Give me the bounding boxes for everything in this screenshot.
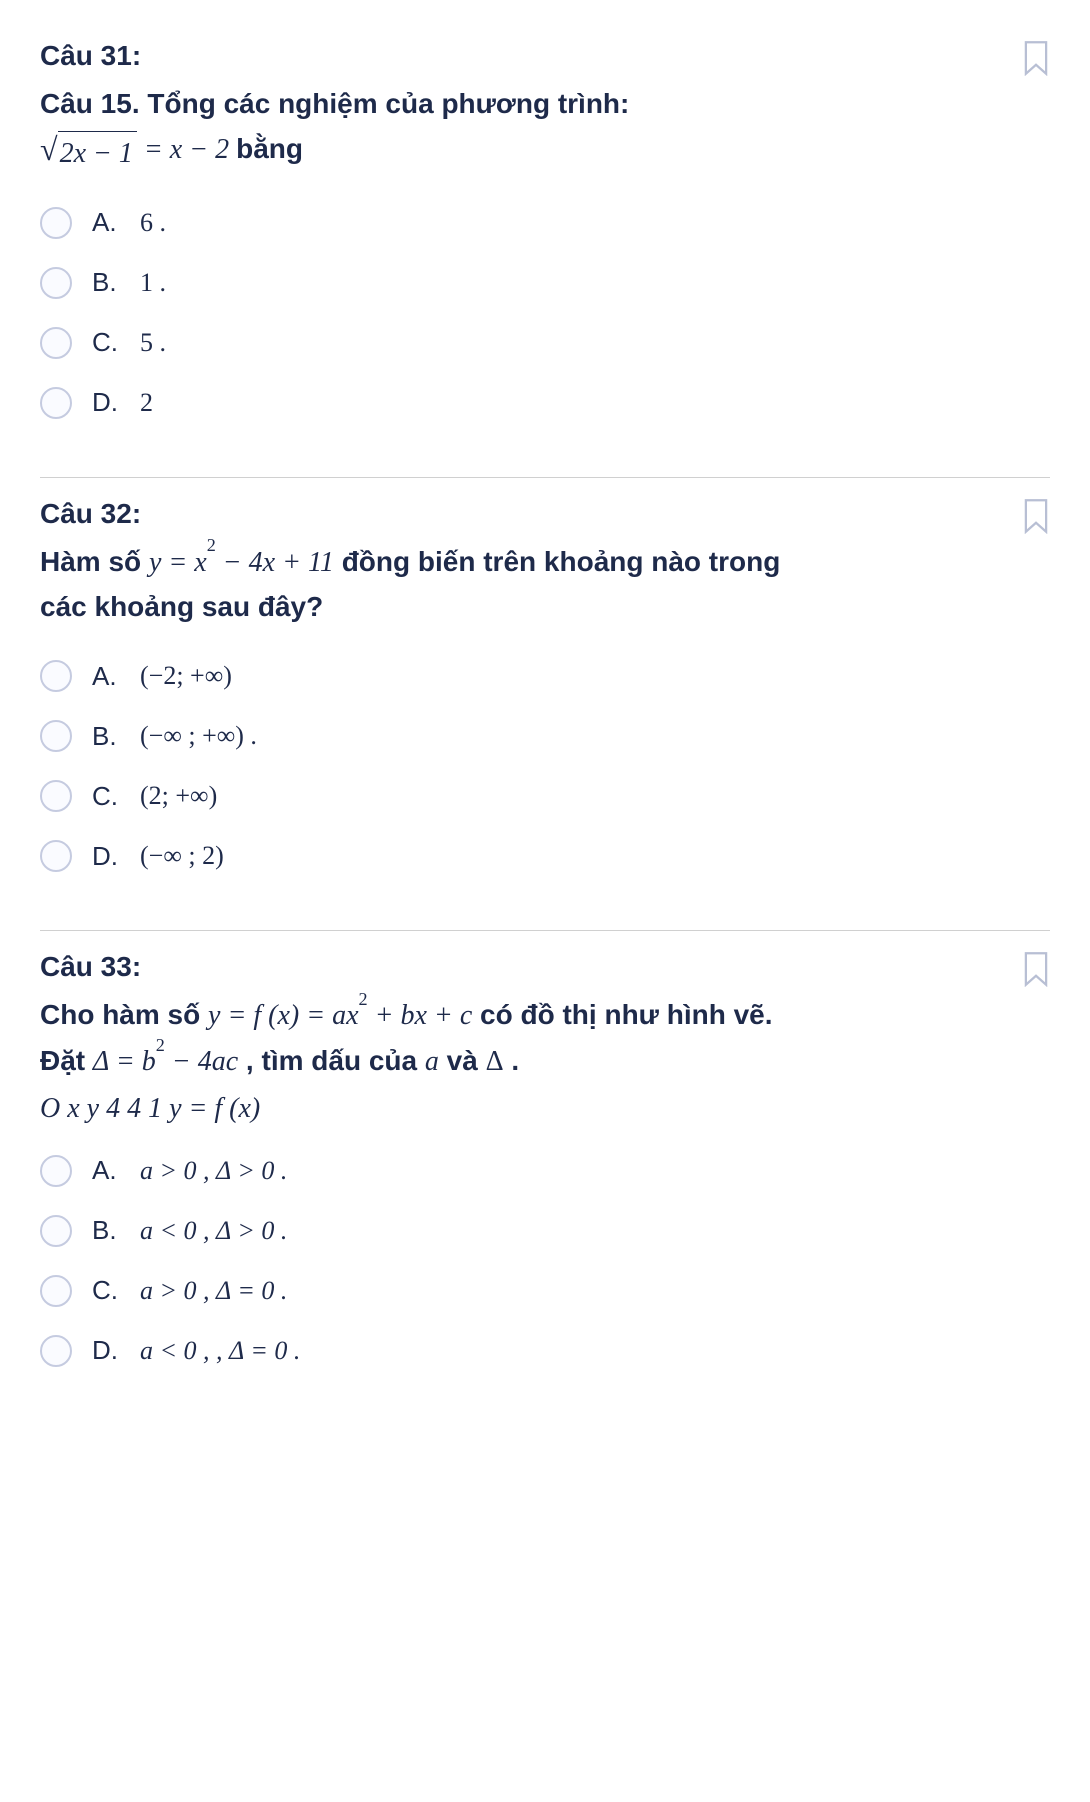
radio-icon — [40, 1215, 72, 1247]
sqrt-expression: √2x − 1 — [40, 131, 137, 177]
option-d[interactable]: D. 2 — [40, 387, 1050, 419]
option-text: a > 0 , Δ = 0 . — [140, 1276, 287, 1305]
radio-icon — [40, 660, 72, 692]
question-text: Cho hàm số y = f (x) = ax2 + bx + c có đ… — [40, 993, 820, 1085]
options-list: A. (−2; +∞) B. (−∞ ; +∞) . C. (2; +∞) D.… — [40, 660, 1050, 872]
option-letter: B. — [92, 1215, 120, 1246]
question-number: Câu 32: — [40, 498, 1050, 530]
radio-icon — [40, 387, 72, 419]
radio-icon — [40, 207, 72, 239]
option-text: 5 . — [140, 328, 166, 357]
option-d[interactable]: D. a < 0 , , Δ = 0 . — [40, 1335, 1050, 1367]
bookmark-icon[interactable] — [1022, 498, 1050, 534]
option-d[interactable]: D. (−∞ ; 2) — [40, 840, 1050, 872]
option-text: (−∞ ; +∞) . — [140, 721, 257, 750]
figure-caption: O x y 4 4 1 y = f (x) — [40, 1093, 1050, 1125]
sub-label: Câu 15. — [40, 88, 147, 119]
prompt-text: và — [439, 1045, 486, 1076]
radio-icon — [40, 1275, 72, 1307]
question-number: Câu 31: — [40, 40, 1050, 72]
options-list: A. a > 0 , Δ > 0 . B. a < 0 , Δ > 0 . C.… — [40, 1155, 1050, 1367]
option-text: (−2; +∞) — [140, 661, 232, 690]
bookmark-icon[interactable] — [1022, 40, 1050, 76]
option-text: 1 . — [140, 268, 166, 297]
option-letter: A. — [92, 661, 120, 692]
question-text: Hàm số y = x2 − 4x + 11 đồng biến trên k… — [40, 540, 820, 631]
option-letter: C. — [92, 1275, 120, 1306]
option-c[interactable]: C. 5 . — [40, 327, 1050, 359]
option-text: a < 0 , , Δ = 0 . — [140, 1336, 300, 1365]
option-text: 2 — [140, 388, 153, 417]
question-block: Câu 33: Cho hàm số y = f (x) = ax2 + bx … — [40, 941, 1050, 1425]
option-a[interactable]: A. 6 . — [40, 207, 1050, 239]
radio-icon — [40, 780, 72, 812]
prompt-text: Tổng các nghiệm của phương trình: — [147, 88, 629, 119]
option-b[interactable]: B. (−∞ ; +∞) . — [40, 720, 1050, 752]
prompt-text: Hàm số — [40, 546, 149, 577]
options-list: A. 6 . B. 1 . C. 5 . D. 2 — [40, 207, 1050, 419]
option-c[interactable]: C. a > 0 , Δ = 0 . — [40, 1275, 1050, 1307]
divider — [40, 477, 1050, 478]
option-text: 6 . — [140, 208, 166, 237]
divider — [40, 930, 1050, 931]
option-a[interactable]: A. a > 0 , Δ > 0 . — [40, 1155, 1050, 1187]
option-text: a < 0 , Δ > 0 . — [140, 1216, 287, 1245]
radio-icon — [40, 840, 72, 872]
option-letter: D. — [92, 1335, 120, 1366]
prompt-text: Cho hàm số — [40, 999, 208, 1030]
option-text: a > 0 , Δ > 0 . — [140, 1156, 287, 1185]
option-letter: A. — [92, 207, 120, 238]
option-letter: C. — [92, 327, 120, 358]
option-letter: C. — [92, 781, 120, 812]
option-letter: B. — [92, 267, 120, 298]
option-letter: D. — [92, 387, 120, 418]
equation-rhs: = x − 2 — [137, 134, 229, 165]
option-letter: D. — [92, 841, 120, 872]
option-a[interactable]: A. (−2; +∞) — [40, 660, 1050, 692]
prompt-text: . — [504, 1045, 520, 1076]
option-b[interactable]: B. 1 . — [40, 267, 1050, 299]
question-number: Câu 33: — [40, 951, 1050, 983]
option-b[interactable]: B. a < 0 , Δ > 0 . — [40, 1215, 1050, 1247]
bookmark-icon[interactable] — [1022, 951, 1050, 987]
radio-icon — [40, 1155, 72, 1187]
radio-icon — [40, 327, 72, 359]
prompt-text: , tìm dấu của — [238, 1045, 425, 1076]
option-letter: A. — [92, 1155, 120, 1186]
option-text: (−∞ ; 2) — [140, 841, 224, 870]
option-text: (2; +∞) — [140, 781, 217, 810]
prompt-suffix: bằng — [236, 133, 303, 164]
option-c[interactable]: C. (2; +∞) — [40, 780, 1050, 812]
question-text: Câu 15. Tổng các nghiệm của phương trình… — [40, 82, 820, 177]
question-block: Câu 31: Câu 15. Tổng các nghiệm của phươ… — [40, 30, 1050, 477]
radio-icon — [40, 720, 72, 752]
question-block: Câu 32: Hàm số y = x2 − 4x + 11 đồng biế… — [40, 488, 1050, 931]
option-letter: B. — [92, 721, 120, 752]
radio-icon — [40, 1335, 72, 1367]
radio-icon — [40, 267, 72, 299]
